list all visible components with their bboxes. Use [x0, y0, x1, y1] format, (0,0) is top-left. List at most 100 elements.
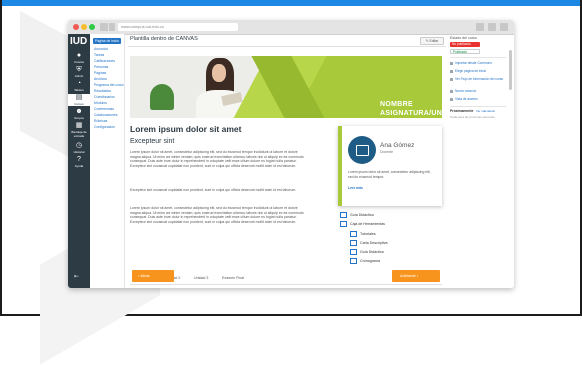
import-icon [450, 61, 453, 65]
new-announcement-link[interactable]: Nuevo anuncio [450, 89, 476, 93]
back-button-label: Atrás [140, 273, 150, 278]
global-nav-rail: IUD ● Cuenta ⛨ Admin ◔ Tablero ▤ Cursos … [68, 34, 90, 288]
sidebar-link-label: Elegir página de inicio [455, 69, 487, 73]
instructor-role: Docente [380, 150, 394, 154]
minimize-window-dot[interactable] [81, 24, 87, 30]
eye-icon [450, 97, 453, 101]
unpublish-button[interactable]: No publicado [450, 42, 480, 47]
nav-item-admin[interactable]: ⛨ Admin [68, 66, 90, 78]
resource-guide-link[interactable]: Guía Didáctica [340, 212, 374, 218]
content-subheading: Excepteur sint [130, 138, 175, 145]
next-button-label: Adelante [400, 273, 416, 278]
nav-item-courses[interactable]: ▤ Cursos [68, 94, 90, 106]
course-nav-link[interactable]: Rúbricas [94, 119, 107, 123]
course-nav-link[interactable]: Colaboraciones [94, 113, 118, 117]
content-paragraph: Excepteur sint occaecat cupidatat non pr… [130, 188, 297, 192]
instructor-name: Ana Gómez [380, 142, 415, 149]
chevron-right-icon: › [415, 273, 419, 278]
institution-logo[interactable]: IUD [70, 36, 87, 47]
course-nav-link[interactable]: Calificaciones [94, 59, 115, 63]
nav-item-groups[interactable]: ☻ Grupos [68, 108, 90, 120]
course-nav-home[interactable]: Página de inicio [93, 38, 121, 44]
resource-item[interactable]: Carta Descriptiva [350, 240, 388, 246]
nav-item-dashboard[interactable]: ◔ Tablero [68, 80, 90, 92]
nav-item-label: Tablero [74, 88, 84, 92]
chat-icon [356, 145, 369, 156]
course-status-title: Estado del curso [450, 36, 477, 40]
sidebar-link-label: Importar desde Commons [455, 61, 492, 65]
publish-button[interactable]: Publicado [450, 49, 480, 54]
add-tab-icon[interactable] [500, 23, 508, 31]
choose-home-link[interactable]: Elegir página de inicio [450, 69, 486, 73]
nav-item-help[interactable]: ? Ayuda [68, 156, 90, 168]
course-nav-link[interactable]: Cuestionarios [94, 95, 115, 99]
instructor-bio: Lorem ipsum dolor sit amet, consectetur … [348, 170, 431, 179]
close-window-dot[interactable] [73, 24, 79, 30]
nav-item-inbox[interactable]: ▦ Bandeja de entrada [68, 122, 90, 138]
nav-item-account[interactable]: ● Cuenta [68, 52, 90, 64]
maximize-window-dot[interactable] [89, 24, 95, 30]
nav-item-history[interactable]: ◷ Historial [68, 142, 90, 154]
read-more-link[interactable]: Leer más [348, 186, 363, 190]
course-nav-link[interactable]: Anuncios [94, 47, 108, 51]
edit-button-label: Editar [429, 39, 439, 43]
nav-item-label: Ayuda [74, 164, 84, 168]
stream-icon [450, 77, 453, 81]
collapse-nav-icon[interactable]: ⇤ [74, 273, 79, 280]
back-arrow-icon[interactable] [100, 23, 108, 31]
course-nav-link[interactable]: Páginas [94, 71, 106, 75]
course-nav-link[interactable]: Archivos [94, 77, 107, 81]
resource-item[interactable]: Cronograma [350, 258, 380, 264]
sidebar-link-label: Vista de alumno [455, 97, 478, 101]
resource-toolbox-link[interactable]: Caja de Herramientas [340, 221, 385, 227]
resource-label: Guía Didáctica [350, 212, 374, 217]
banner-title: NOMBRE ASIGNATURA/UNIDAD [380, 101, 442, 117]
toolbox-icon [340, 221, 347, 227]
resource-label: Cronograma [360, 258, 380, 263]
content-paragraph: Lorem ipsum dolor sit amet, consectetur … [130, 206, 304, 224]
course-nav-link[interactable]: Configuración [94, 125, 115, 129]
frame-left-border [0, 0, 2, 316]
course-nav-link[interactable]: Módulos [94, 101, 107, 105]
import-commons-link[interactable]: Importar desde Commons [450, 61, 492, 65]
nav-item-label: Admin [74, 74, 84, 78]
sidebar-link-label: Nuevo anuncio [455, 89, 477, 93]
avatar [348, 136, 376, 164]
help-icon: ? [77, 156, 81, 163]
next-button[interactable]: Adelante › [392, 270, 440, 282]
tab-unidad-3[interactable]: Unidad 3 [194, 276, 208, 280]
address-bar[interactable]: www.campus.iud.edu.co [118, 23, 238, 31]
user-icon: ● [76, 52, 82, 59]
nav-item-label: Cursos [74, 102, 84, 106]
share-icon[interactable] [476, 23, 484, 31]
edit-button[interactable]: ✎ Editar [420, 37, 444, 45]
tabs-divider [130, 284, 442, 285]
view-calendar-link[interactable]: Ver calendario [476, 109, 495, 113]
course-banner: NOMBRE ASIGNATURA/UNIDAD [130, 56, 442, 118]
scrollbar[interactable] [509, 50, 512, 90]
document-icon [340, 212, 347, 218]
tab-examen-final[interactable]: Examen Final [222, 276, 244, 280]
resource-item[interactable]: Guía Didáctica [350, 249, 384, 255]
sidebar-divider [450, 106, 506, 107]
course-nav-link[interactable]: Resultados [94, 89, 111, 93]
tabs-icon[interactable] [488, 23, 496, 31]
video-icon [350, 231, 357, 237]
back-button[interactable]: ‹ Atrás [132, 270, 174, 282]
course-nav-link[interactable]: Personas [94, 65, 108, 69]
nav-item-label: Bandeja de entrada [71, 130, 87, 138]
dashboard-icon: ◔ [76, 80, 82, 87]
course-nav-link[interactable]: Conferencias [94, 107, 114, 111]
resource-label: Caja de Herramientas [350, 221, 385, 226]
forward-arrow-icon[interactable] [109, 23, 115, 31]
shield-icon: ⛨ [76, 66, 82, 73]
course-nav-link[interactable]: Programa del curso [94, 83, 124, 87]
course-stream-link[interactable]: Ver Flujo de información del curso [450, 77, 503, 81]
course-nav-link[interactable]: Tareas [94, 53, 104, 57]
course-nav: Página de inicio Anuncios Tareas Calific… [90, 34, 125, 288]
student-view-link[interactable]: Vista de alumno [450, 97, 478, 101]
content-paragraph: Lorem ipsum dolor sit amet, consectetur … [130, 150, 304, 168]
upcoming-heading: Próximamente [450, 109, 474, 113]
instructor-card: Ana Gómez Docente Lorem ipsum dolor sit … [338, 126, 442, 206]
resource-item[interactable]: Tutoriales [350, 231, 376, 237]
